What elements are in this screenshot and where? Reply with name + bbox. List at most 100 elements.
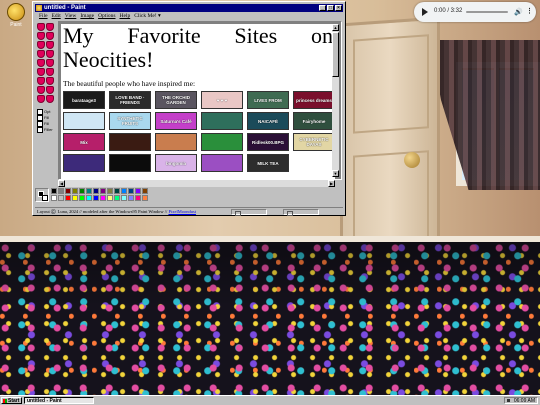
palette-swatch[interactable] (121, 195, 127, 201)
palette-swatch[interactable] (107, 195, 113, 201)
tool-heart-icon[interactable] (46, 23, 54, 31)
palette-swatch[interactable] (86, 195, 92, 201)
palette-swatch[interactable] (107, 188, 113, 194)
palette-swatch[interactable] (65, 188, 71, 194)
site-button[interactable]: Ridlesk00.BPG (247, 133, 289, 151)
palette-swatch[interactable] (135, 188, 141, 194)
title-bar[interactable]: untitled - Paint _ □ × (35, 4, 343, 12)
palette-swatch[interactable] (93, 188, 99, 194)
menu-edit[interactable]: Edit (52, 13, 61, 19)
horizontal-scrollbar[interactable]: ◀ ▶ (58, 180, 335, 187)
site-button[interactable] (201, 133, 243, 151)
tool-heart-icon[interactable] (46, 86, 54, 94)
scroll-left-icon[interactable]: ◀ (58, 180, 65, 187)
tool-heart-icon[interactable] (46, 95, 54, 103)
tool-heart-icon[interactable] (46, 32, 54, 40)
desktop-icon-paint[interactable]: Paint (3, 3, 29, 28)
site-button[interactable]: ♥ ♥ ♥ (201, 91, 243, 109)
site-button[interactable]: LIVES FROM (247, 91, 289, 109)
menu-image[interactable]: Image (80, 13, 94, 19)
site-button[interactable]: NAICAFÉ (247, 112, 289, 130)
palette-swatch[interactable] (114, 195, 120, 201)
more-options-icon[interactable]: ⋮ (526, 7, 533, 15)
scroll-right-icon[interactable]: ▶ (328, 180, 335, 187)
palette-swatch[interactable] (135, 195, 141, 201)
site-button[interactable] (109, 154, 151, 172)
close-button[interactable]: × (335, 5, 342, 11)
tool-option[interactable]: Filler (37, 127, 57, 133)
taskbar-item-paint[interactable]: untitled - Paint (24, 397, 94, 404)
palette-swatch[interactable] (65, 195, 71, 201)
menu-options[interactable]: Options (98, 13, 115, 19)
palette-swatch[interactable] (58, 188, 64, 194)
credit-link[interactable]: PixelMoondust (168, 209, 196, 214)
tool-heart-icon[interactable] (37, 77, 45, 85)
palette-swatch[interactable] (142, 195, 148, 201)
site-button[interactable]: barataage3 (63, 91, 105, 109)
site-button[interactable] (201, 154, 243, 172)
palette-swatch[interactable] (58, 195, 64, 201)
site-button[interactable]: Mix (63, 133, 105, 151)
tool-heart-icon[interactable] (37, 50, 45, 58)
palette-swatch[interactable] (51, 195, 57, 201)
palette-swatch[interactable] (72, 195, 78, 201)
tool-heart-icon[interactable] (37, 59, 45, 67)
canvas[interactable]: My Favorite Sites on Neocities! The beau… (61, 24, 335, 179)
scroll-down-icon[interactable]: ▼ (332, 170, 339, 177)
palette-swatch[interactable] (51, 188, 57, 194)
palette-swatch[interactable] (100, 188, 106, 194)
tool-heart-icon[interactable] (37, 95, 45, 103)
volume-icon[interactable]: 🔊 (514, 8, 523, 16)
palette-swatch[interactable] (86, 188, 92, 194)
palette-swatch[interactable] (93, 195, 99, 201)
site-button[interactable]: SYNTHETIC FRUITS (109, 112, 151, 130)
tool-heart-icon[interactable] (37, 41, 45, 49)
minimize-button[interactable]: _ (319, 5, 326, 11)
site-button[interactable]: CYBERNETIC DAYAS (293, 133, 335, 151)
tool-heart-icon[interactable] (37, 23, 45, 31)
site-button[interactable] (201, 112, 243, 130)
tool-heart-icon[interactable] (37, 32, 45, 40)
tool-heart-icon[interactable] (37, 68, 45, 76)
site-button[interactable]: MILK TEA (247, 154, 289, 172)
vertical-scrollbar[interactable]: ▲ ▼ (332, 24, 339, 177)
site-button[interactable] (109, 133, 151, 151)
palette-swatch[interactable] (121, 188, 127, 194)
site-button[interactable]: princess dreams (293, 91, 335, 109)
site-button[interactable]: THE ORCHID GARDEN (155, 91, 197, 109)
palette-swatch[interactable] (72, 188, 78, 194)
menu-help[interactable]: Help (120, 13, 131, 19)
palette-swatch[interactable] (114, 188, 120, 194)
site-button[interactable]: bingomia (155, 154, 197, 172)
palette-swatch[interactable] (128, 195, 134, 201)
tool-heart-icon[interactable] (46, 68, 54, 76)
menu-file[interactable]: File (39, 13, 48, 19)
maximize-button[interactable]: □ (327, 5, 334, 11)
toolbox: Opt Fill Fill Filler (35, 21, 57, 151)
menu-view[interactable]: View (65, 13, 77, 19)
tool-heart-icon[interactable] (46, 50, 54, 58)
tool-heart-icon[interactable] (46, 41, 54, 49)
site-button[interactable] (155, 133, 197, 151)
tool-heart-icon[interactable] (46, 59, 54, 67)
site-button[interactable] (63, 112, 105, 130)
palette-swatch[interactable] (79, 195, 85, 201)
scroll-up-icon[interactable]: ▲ (332, 24, 339, 31)
palette-swatch[interactable] (128, 188, 134, 194)
site-button[interactable]: Saturna's Café (155, 112, 197, 130)
start-button[interactable]: Start (1, 397, 22, 404)
site-button[interactable] (63, 154, 105, 172)
site-button[interactable]: Fairyhome (293, 112, 335, 130)
player-progress-track[interactable] (466, 11, 508, 13)
palette-swatch[interactable] (100, 195, 106, 201)
tool-heart-icon[interactable] (37, 86, 45, 94)
play-icon[interactable] (422, 8, 428, 16)
menu-click-me[interactable]: Click Me! ▾ (134, 13, 161, 19)
speaker-icon[interactable] (507, 399, 510, 402)
palette-swatch[interactable] (79, 188, 85, 194)
palette-swatch[interactable] (142, 188, 148, 194)
site-button[interactable]: LOVE BAND · FRIENDS (109, 91, 151, 109)
tool-heart-icon[interactable] (46, 77, 54, 85)
page-title-line2: Neocities! (63, 47, 154, 72)
scroll-thumb[interactable] (332, 32, 339, 77)
